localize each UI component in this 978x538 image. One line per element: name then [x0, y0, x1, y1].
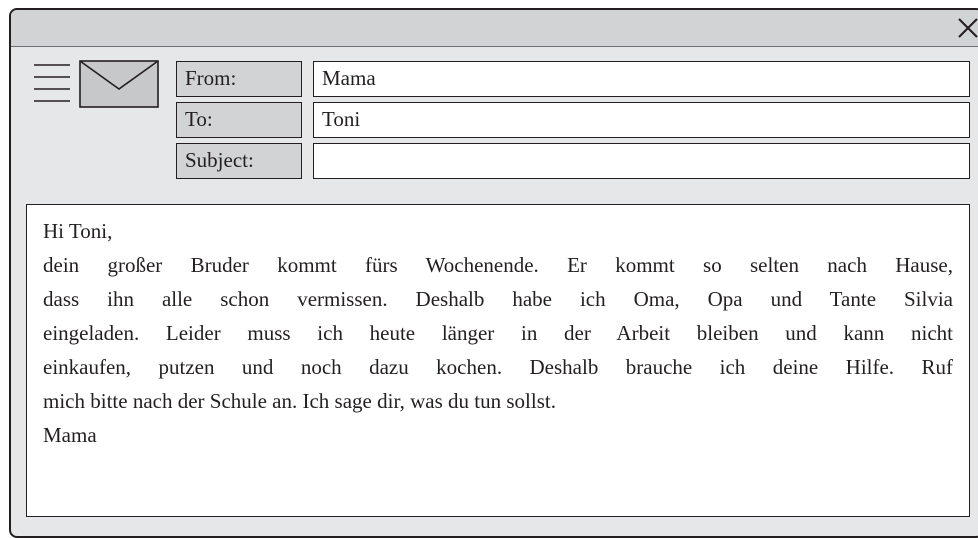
envelope-icon: [79, 60, 159, 108]
email-window: From: Mama To: Toni Subject: Hi Toni, de…: [9, 8, 978, 538]
to-label: To:: [176, 102, 302, 138]
message-signature: Mama: [43, 423, 97, 447]
subject-field[interactable]: [313, 143, 970, 179]
to-field[interactable]: Toni: [313, 102, 970, 138]
subject-label: Subject:: [176, 143, 302, 179]
message-line: mich bitte nach der Schule an. Ich sage …: [43, 389, 556, 413]
message-body[interactable]: Hi Toni, dein großer Bruder kommt fürs W…: [26, 204, 970, 517]
close-button[interactable]: [952, 12, 978, 42]
title-bar: [11, 10, 978, 47]
message-line: dass ihn alle schon vermissen. Deshalb h…: [43, 287, 953, 311]
from-field[interactable]: Mama: [313, 61, 970, 97]
message-line: dein großer Bruder kommt fürs Wochenende…: [43, 253, 953, 277]
hamburger-menu-icon[interactable]: [32, 60, 72, 106]
message-line: eingeladen. Leider muss ich heute länger…: [43, 321, 953, 345]
message-line: einkaufen, putzen und noch dazu kochen. …: [43, 355, 953, 379]
message-greeting: Hi Toni,: [43, 219, 113, 243]
from-label: From:: [176, 61, 302, 97]
close-icon: [958, 18, 978, 38]
